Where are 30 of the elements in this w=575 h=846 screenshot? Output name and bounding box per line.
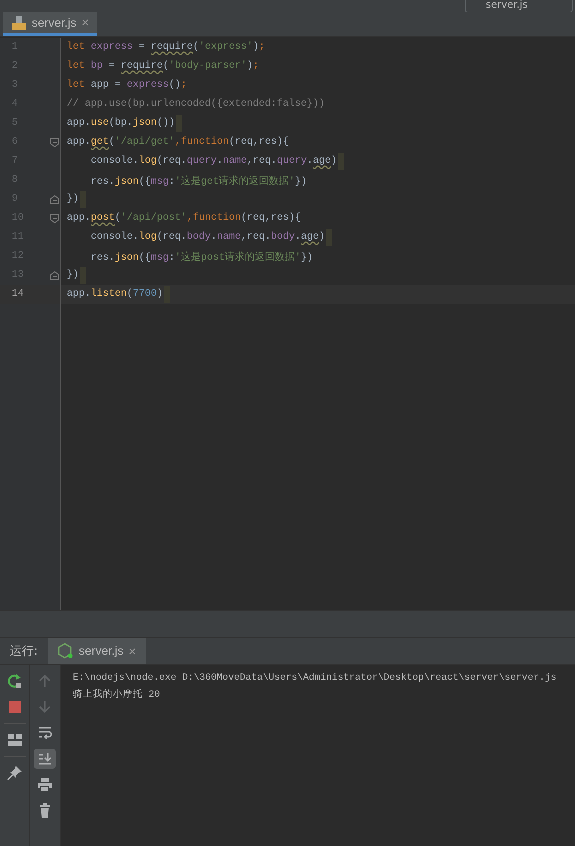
code-line: }) [67,270,80,281]
js-file-icon [11,14,27,30]
code-line: res.json({msg:'这是get请求的返回数据'}) [90,174,308,188]
fold-marker-icon[interactable] [50,194,60,204]
code-line: let bp = require('body-parser'); [67,61,260,72]
code-line: app.post('/api/post',function(req,res){ [67,213,302,224]
close-icon[interactable]: × [128,644,136,658]
code-line: app.listen(7700) [67,289,164,300]
close-icon[interactable]: × [82,15,90,30]
code-line: }) [67,194,80,205]
run-panel-label: 运行: [9,642,40,660]
code-line: // app.use(bp.urlencoded({extended:false})) [67,99,326,110]
run-config-selector[interactable]: server.js [465,0,573,12]
scroll-to-end-icon[interactable] [34,749,56,769]
code-line: res.json({msg:'这是post请求的返回数据'}) [90,250,314,264]
fold-marker-icon[interactable] [50,270,60,280]
fold-marker-icon[interactable] [50,214,60,224]
file-tab[interactable]: server.js × [3,12,98,36]
line-number: 14 [11,289,26,300]
console-output-line: E:\nodejs\node.exe D:\360MoveData\Users\Administrator\Desktop\react\server\server.js [73,671,558,685]
run-tab[interactable]: server.js × [48,638,146,664]
fold-marker-icon[interactable] [50,138,60,148]
code-line: console.log(req.body.name,req.body.age) [90,232,326,243]
code-line: app.get('/api/get',function(req,res){ [67,137,290,148]
code-line: let app = express(); [67,80,188,91]
node-hexagon-icon [58,643,74,659]
console-output-line: 骑上我的小摩托 20 [73,688,162,702]
code-line: let express = require('express'); [67,42,266,53]
code-line: console.log(req.query.name,req.query.age) [90,156,338,167]
code-line: app.use(bp.json()) [67,118,176,129]
